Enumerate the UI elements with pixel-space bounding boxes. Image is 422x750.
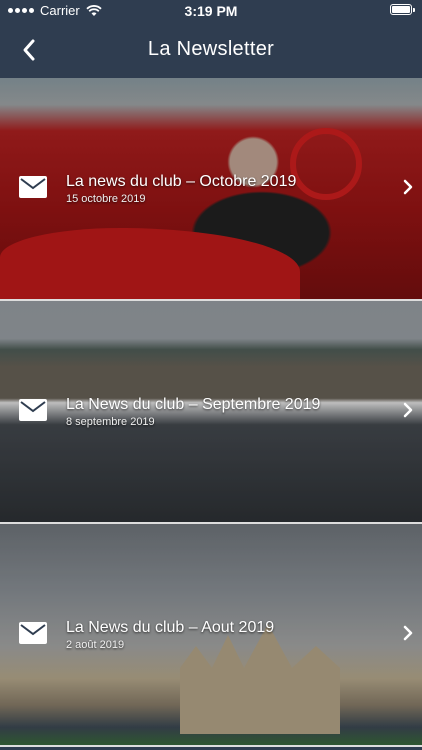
battery-icon <box>390 4 415 15</box>
mail-icon <box>19 399 47 421</box>
status-bar: Carrier 3:19 PM <box>0 0 422 22</box>
mail-icon <box>19 622 47 644</box>
newsletter-item[interactable]: La News du club – Aout 2019 2 août 2019 <box>0 524 422 747</box>
newsletter-date: 8 septembre 2019 <box>66 416 155 428</box>
newsletter-title: La news du club – Octobre 2019 <box>66 173 297 190</box>
newsletter-title: La News du club – Aout 2019 <box>66 619 275 636</box>
newsletter-date: 15 octobre 2019 <box>66 193 146 205</box>
chevron-right-icon <box>403 625 413 641</box>
newsletter-item[interactable]: La News du club – Septembre 2019 8 septe… <box>0 301 422 524</box>
page-title: La Newsletter <box>147 38 275 60</box>
newsletter-item[interactable]: La news du club – Octobre 2019 15 octobr… <box>0 78 422 301</box>
newsletter-list: La news du club – Octobre 2019 15 octobr… <box>0 78 422 747</box>
top-bar: Carrier 3:19 PM La Newsletter <box>0 0 422 78</box>
chevron-right-icon <box>403 402 413 418</box>
status-time: 3:19 PM <box>184 3 238 19</box>
newsletter-date: 2 août 2019 <box>66 639 125 651</box>
navigation-bar: La Newsletter <box>0 26 422 74</box>
chevron-right-icon <box>403 179 413 195</box>
newsletter-title: La News du club – Septembre 2019 <box>66 396 321 413</box>
mail-icon <box>19 176 47 198</box>
